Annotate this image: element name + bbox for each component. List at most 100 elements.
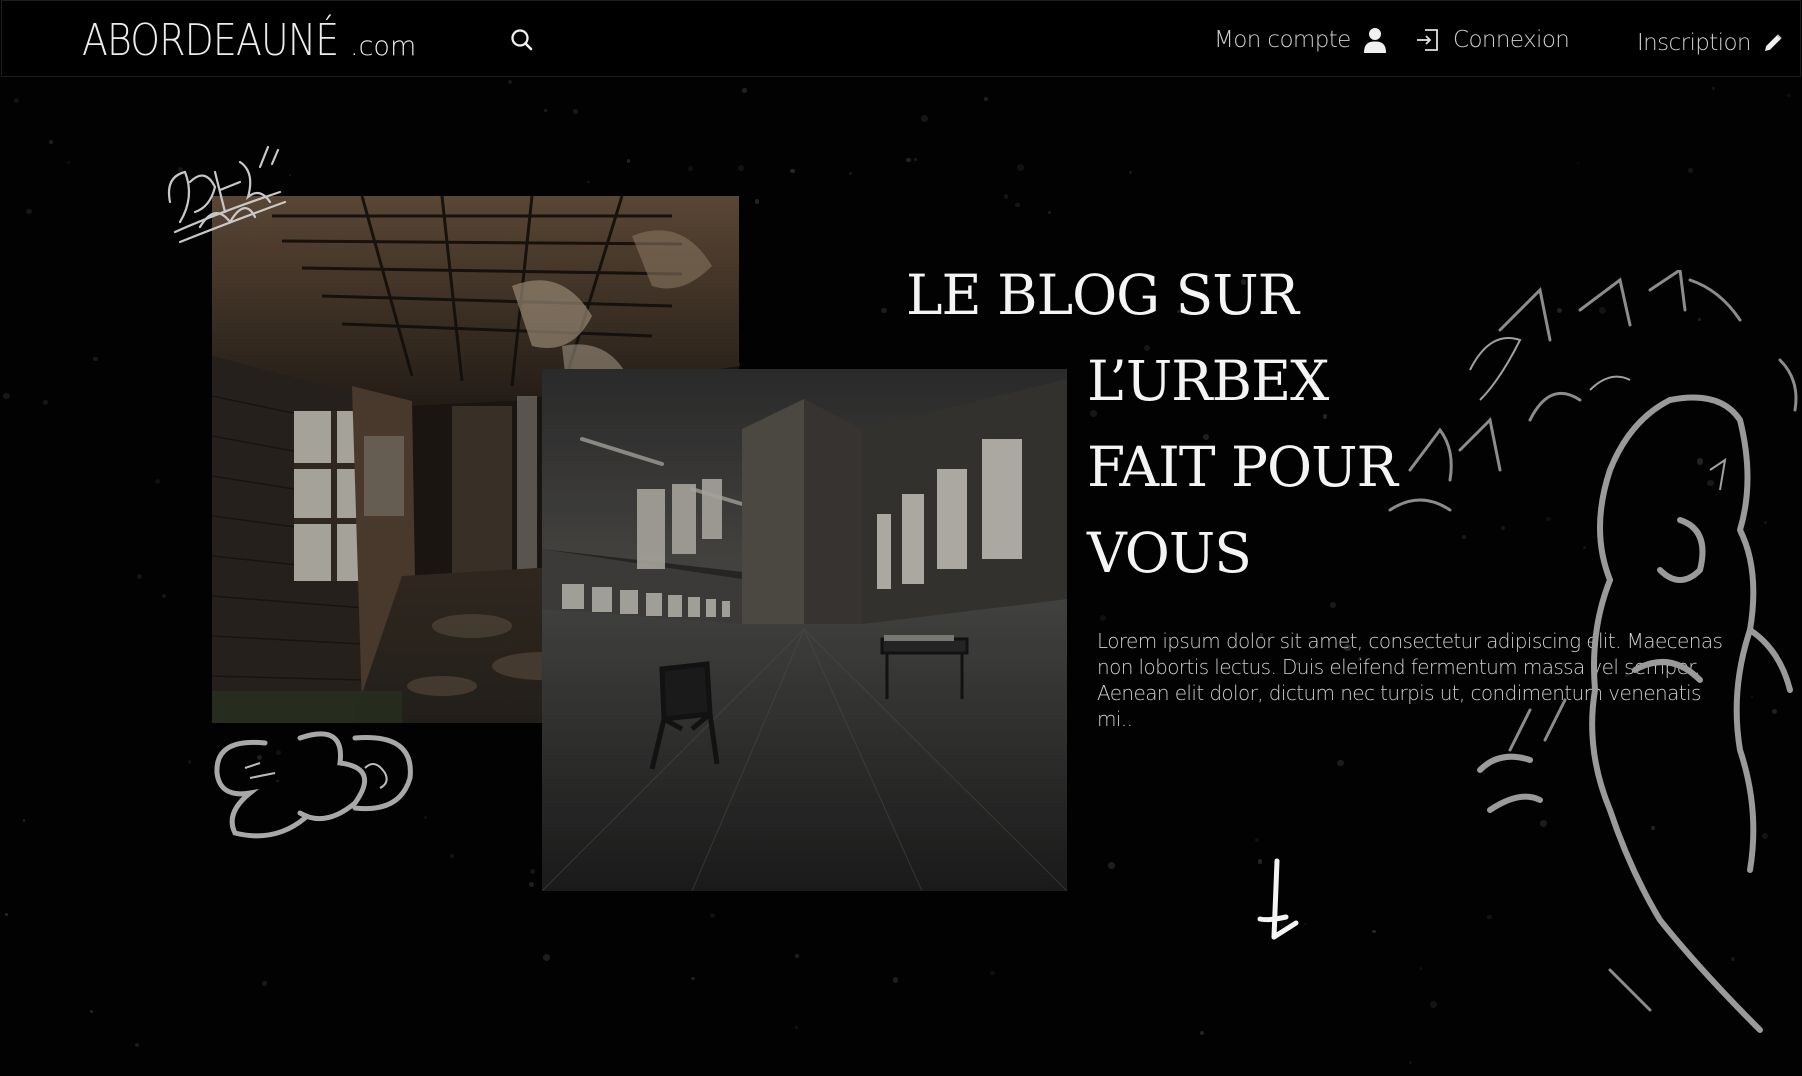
account-link[interactable]: Mon compte: [1214, 23, 1387, 57]
signup-link[interactable]: Inscription: [1637, 26, 1783, 60]
pencil-icon: [1764, 34, 1782, 51]
grain-speck: [154, 479, 160, 485]
grain-speck: [13, 97, 20, 104]
search-icon: [511, 29, 533, 51]
grain-speck: [187, 760, 192, 765]
grain-speck: [1787, 94, 1791, 98]
grain-speck: [1577, 162, 1580, 165]
grain-speck: [906, 157, 911, 162]
grain-speck: [137, 573, 143, 579]
grain-speck: [49, 139, 53, 144]
grain-speck: [794, 953, 800, 959]
grain-speck: [1731, 957, 1736, 962]
grain-speck: [789, 168, 795, 174]
grain-speck: [1688, 168, 1693, 174]
grain-speck: [66, 160, 70, 164]
grain-speck: [528, 881, 534, 887]
grain-speck: [89, 1009, 93, 1013]
grain-speck: [93, 356, 98, 362]
grain-speck: [795, 1026, 798, 1029]
grain-speck: [983, 96, 988, 101]
grain-speck: [1751, 696, 1754, 699]
hero-title-line-3: FAIT POUR: [1087, 435, 1398, 499]
grain-speck: [587, 180, 590, 184]
grain-speck: [626, 158, 631, 163]
login-icon: [1417, 29, 1438, 51]
signup-label: Inscription: [1637, 30, 1752, 56]
grain-speck: [1200, 1031, 1205, 1036]
grain-speck: [742, 88, 747, 93]
grain-speck: [1337, 759, 1344, 766]
grain-speck: [1712, 86, 1716, 91]
grain-speck: [161, 594, 166, 599]
grain-speck: [1698, 317, 1702, 321]
grain-speck: [920, 114, 928, 122]
grain-speck: [22, 818, 26, 822]
grain-speck: [1419, 967, 1423, 970]
grain-speck: [1582, 545, 1586, 550]
grain-speck: [1322, 414, 1327, 419]
grain-speck: [289, 173, 292, 177]
grain-speck: [449, 853, 455, 858]
grain-speck: [1556, 307, 1562, 313]
grain-speck: [892, 977, 899, 983]
grain-speck: [1462, 535, 1466, 540]
grain-speck: [709, 912, 715, 918]
hero-title-line-1: LE BLOG SUR: [906, 263, 1299, 327]
user-icon: [1363, 28, 1386, 53]
grain-speck: [1254, 838, 1259, 843]
grain-speck: [1108, 862, 1116, 869]
grain-speck: [256, 754, 262, 760]
grain-speck: [1330, 602, 1337, 609]
grain-speck: [1409, 1061, 1412, 1064]
grain-speck: [1015, 202, 1020, 208]
grain-speck: [691, 976, 695, 981]
grain-speck: [754, 199, 760, 204]
grain-speck: [1696, 458, 1704, 465]
logo-wordmark: ABORDEAUNÉ: [82, 15, 339, 66]
grain-speck: [1764, 521, 1768, 525]
grain-speck: [177, 167, 184, 173]
school-corridor-photo: [542, 369, 1067, 891]
login-link[interactable]: Connexion: [1415, 23, 1570, 57]
grain-speck: [5, 913, 9, 917]
grain-speck: [1099, 614, 1106, 621]
grain-speck: [1047, 210, 1052, 214]
grain-speck: [135, 1043, 140, 1048]
top-navigation-bar: ABORDEAUNÉ .com Mon compte Connexion Insc…: [1, 0, 1801, 77]
grain-speck: [1303, 922, 1307, 926]
grain-speck: [1128, 170, 1133, 175]
grain-speck: [1500, 526, 1505, 531]
grain-speck: [1003, 194, 1009, 199]
grain-speck: [1372, 929, 1376, 934]
grain-speck: [1762, 832, 1769, 839]
grain-speck: [1546, 516, 1551, 522]
login-label: Connexion: [1453, 27, 1570, 53]
grain-speck: [1429, 1001, 1437, 1009]
grain-speck: [1651, 826, 1656, 831]
grain-speck: [1487, 914, 1492, 920]
site-logo[interactable]: ABORDEAUNÉ .com: [82, 15, 416, 66]
grain-speck: [572, 108, 579, 115]
search-button[interactable]: [509, 27, 535, 53]
grain-speck: [880, 307, 887, 314]
grain-speck: [423, 815, 427, 819]
hero-title-line-2: L’URBEX: [1087, 349, 1329, 413]
grain-speck: [1771, 708, 1777, 714]
grain-speck: [43, 400, 48, 406]
grain-speck: [26, 208, 32, 215]
scroll-down-button[interactable]: [1256, 857, 1302, 943]
grain-speck: [1707, 479, 1714, 486]
arrow-down-icon: [1257, 858, 1299, 940]
grain-speck: [544, 109, 548, 113]
grain-speck: [543, 954, 551, 961]
grain-speck: [508, 80, 513, 84]
grain-speck: [3, 392, 11, 400]
grain-speck: [1017, 164, 1024, 171]
account-label: Mon compte: [1214, 27, 1351, 53]
grain-speck: [262, 980, 268, 986]
graffiti-tag-bottom-left: [214, 731, 413, 839]
grain-speck: [276, 780, 279, 783]
grain-speck: [529, 869, 535, 875]
logo-domain: .com: [350, 31, 417, 62]
